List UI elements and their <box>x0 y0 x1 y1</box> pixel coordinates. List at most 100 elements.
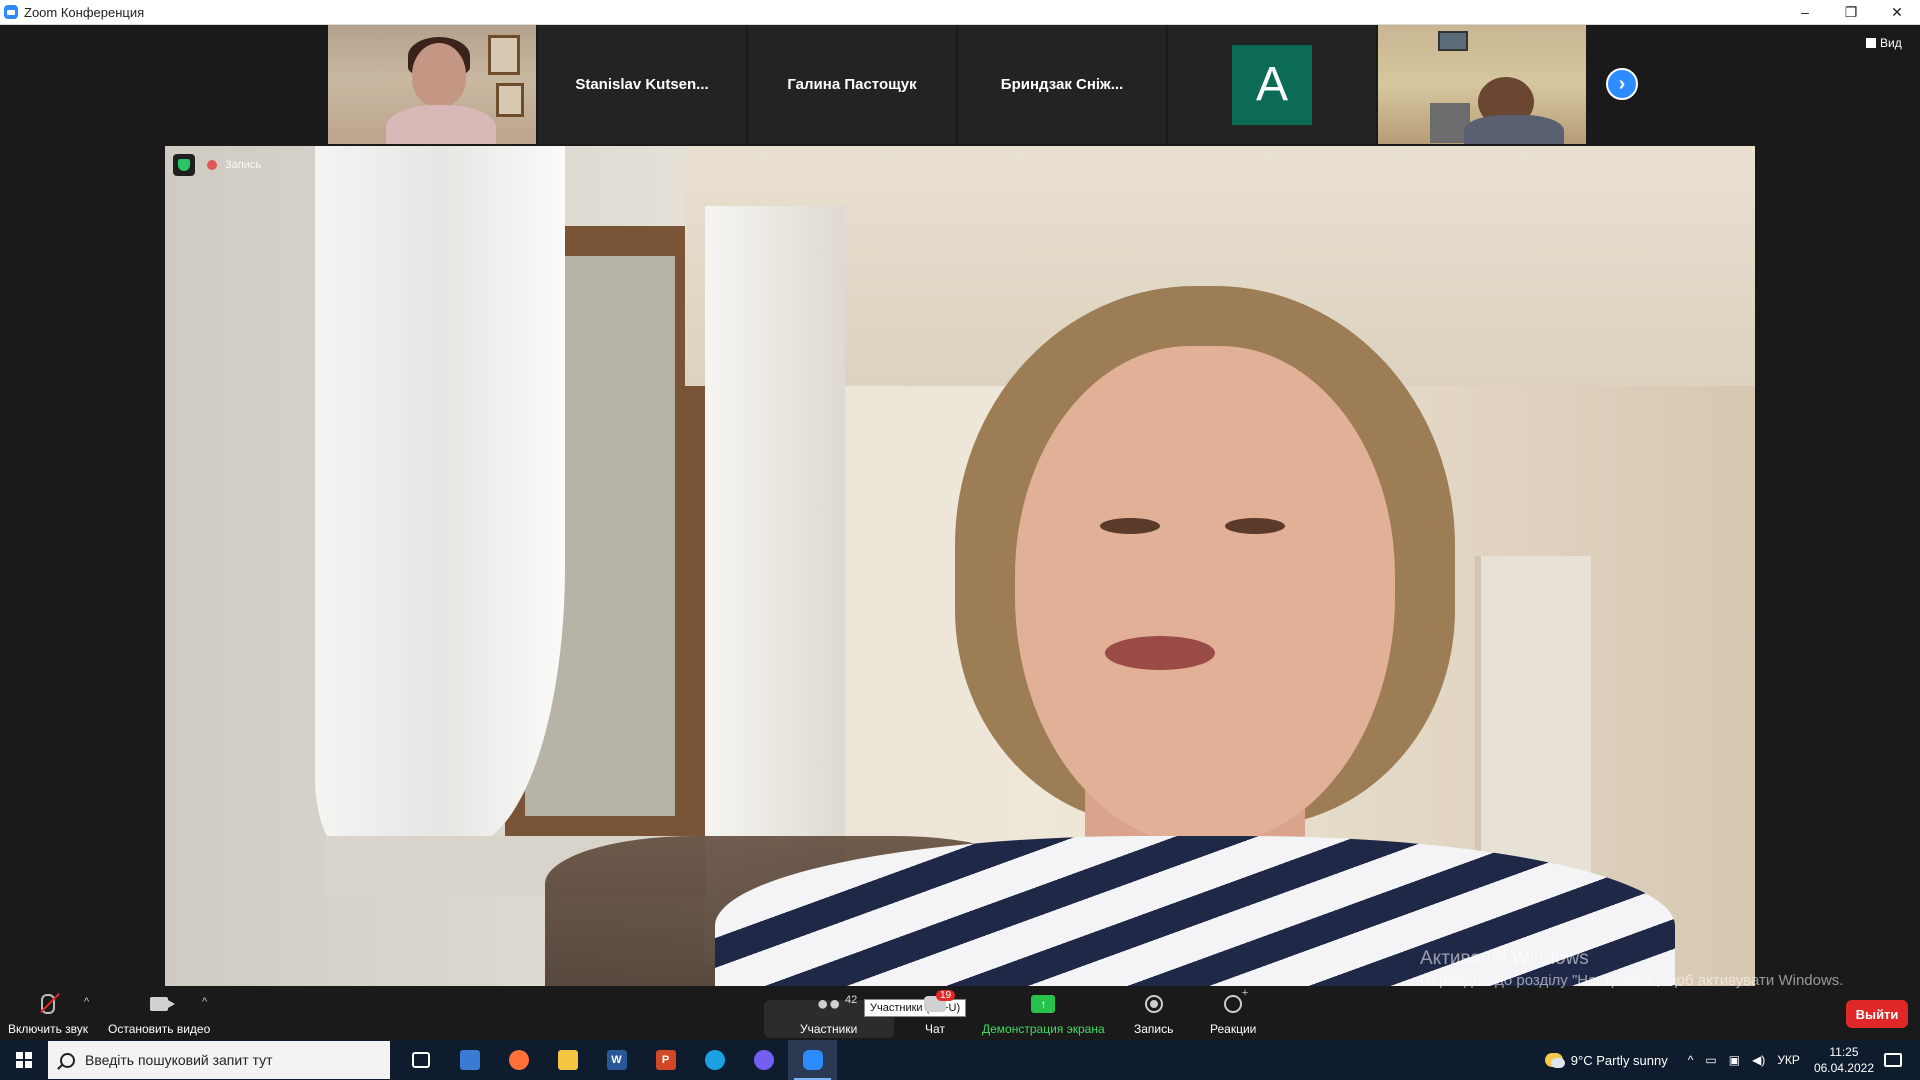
chat-icon-wrap: 19 <box>922 990 956 1016</box>
clock-date: 06.04.2022 <box>1813 1061 1874 1075</box>
taskbar-firefox[interactable] <box>494 1040 543 1080</box>
taskbar-edge[interactable] <box>690 1040 739 1080</box>
record-label: Запись <box>1134 1022 1174 1036</box>
edge-icon <box>704 1050 725 1070</box>
store-icon <box>459 1050 480 1070</box>
taskbar-file-explorer[interactable] <box>543 1040 592 1080</box>
search-icon <box>60 1052 75 1068</box>
recording-label: Запись <box>225 159 262 171</box>
weather-cloud-sun-icon[interactable] <box>1544 1053 1565 1068</box>
unmute-button[interactable]: Включить звук <box>8 988 88 1036</box>
unmute-label: Включить звук <box>8 1022 89 1036</box>
participants-count: 42 <box>845 994 858 1006</box>
task-view-button[interactable] <box>396 1040 445 1080</box>
share-screen-button[interactable]: ↑ Демонстрация экрана <box>982 988 1105 1036</box>
share-screen-label: Демонстрация экрана <box>982 1022 1105 1036</box>
windows-taskbar: Введіть пошуковий запит тут W P 9°C Part… <box>0 1040 1920 1080</box>
reactions-button[interactable]: Реакции <box>1210 987 1257 1036</box>
view-grid-icon <box>1866 38 1876 48</box>
speaker-mouth <box>1105 636 1215 670</box>
speaker-eye <box>1100 518 1160 534</box>
windows-activation-title: Активація Windows <box>1420 948 1589 969</box>
mic-slash <box>40 993 60 1013</box>
weather-text[interactable]: 9°C Partly sunny <box>1571 1053 1668 1068</box>
record-icon-wrap <box>1141 992 1167 1016</box>
participant-name: Галина Пастощук <box>787 76 917 93</box>
wall-frame <box>496 83 524 117</box>
view-label: Вид <box>1880 36 1902 50</box>
leave-meeting-button[interactable]: Выйти <box>1846 1000 1908 1028</box>
close-button[interactable]: ✕ <box>1874 0 1920 24</box>
participants-tooltip: Участники (Alt+U) <box>864 999 967 1017</box>
taskbar-clock[interactable]: 11:25 06.04.2022 <box>1814 1044 1874 1076</box>
video-options-chevron-icon[interactable]: ^ <box>202 996 207 1008</box>
speaker-eye <box>1225 518 1285 534</box>
volume-icon[interactable]: ◀) <box>1752 1053 1765 1067</box>
record-icon <box>1144 995 1163 1013</box>
camera-tray-icon[interactable]: ▭ <box>1705 1053 1716 1067</box>
zoom-icon <box>802 1050 823 1070</box>
next-page-button[interactable]: › <box>1606 68 1638 100</box>
participant-tile[interactable]: Бриндзак Сніж... <box>958 25 1166 144</box>
participant-tile-video[interactable] <box>328 25 536 144</box>
language-indicator[interactable]: УКР <box>1777 1053 1800 1067</box>
restore-button[interactable]: ❐ <box>1828 0 1874 24</box>
stop-video-label: Остановить видео <box>108 1022 211 1036</box>
share-icon-wrap: ↑ <box>1030 992 1056 1016</box>
participant-name: Бриндзак Сніж... <box>1000 76 1124 93</box>
security-shield-icon[interactable] <box>173 154 195 176</box>
camera-icon <box>150 997 176 1011</box>
windows-activation-subtitle: Перейдіть до розділу "Настройки", щоб ак… <box>1420 972 1844 989</box>
audio-options-chevron-icon[interactable]: ^ <box>84 996 89 1008</box>
taskbar-zoom[interactable] <box>788 1040 837 1080</box>
viber-icon <box>753 1050 774 1070</box>
view-button[interactable]: Вид <box>1866 34 1902 52</box>
reactions-smiley-icon <box>1224 987 1248 1013</box>
clock-time: 11:25 <box>1829 1045 1859 1059</box>
recording-dot-icon <box>207 160 217 170</box>
stop-video-button[interactable]: Остановить видео <box>108 988 210 1036</box>
participant-tile[interactable]: Галина Пастощук <box>748 25 956 144</box>
windows-logo-icon <box>16 1052 32 1068</box>
participant-face <box>412 43 466 107</box>
start-button[interactable] <box>0 1040 48 1080</box>
active-speaker-video[interactable]: Запись <box>165 146 1755 986</box>
window-title: Zoom Конференция <box>24 4 145 20</box>
record-button[interactable]: Запись <box>1134 988 1173 1036</box>
participants-icon: ●● <box>816 992 841 1015</box>
taskbar-store[interactable] <box>445 1040 494 1080</box>
participant-tile[interactable]: A <box>1168 25 1376 144</box>
chat-button[interactable]: 19 Чат <box>922 988 956 1036</box>
minimize-button[interactable]: – <box>1782 0 1828 24</box>
chat-icon: 19 <box>924 990 956 1012</box>
taskbar-word[interactable]: W <box>592 1040 641 1080</box>
share-screen-icon: ↑ <box>1031 995 1056 1013</box>
firefox-icon <box>508 1050 529 1070</box>
taskbar-powerpoint[interactable]: P <box>641 1040 690 1080</box>
search-placeholder: Введіть пошуковий запит тут <box>85 1052 273 1068</box>
participant-tile[interactable]: Stanislav Kutsen... <box>538 25 746 144</box>
reactions-icon-wrap <box>1220 987 1248 1016</box>
chat-label: Чат <box>925 1022 945 1036</box>
people-icon-wrap: ●● <box>816 992 842 1016</box>
camera-icon-wrap <box>146 992 176 1016</box>
background-curtain <box>315 146 565 846</box>
wall-picture <box>1438 31 1468 51</box>
wall-frame <box>488 35 520 75</box>
mic-muted-icon <box>40 993 60 1014</box>
notification-icon[interactable] <box>1884 1053 1902 1067</box>
task-view-icon <box>411 1052 430 1068</box>
network-icon[interactable]: ▣ <box>1729 1053 1740 1067</box>
participant-name: Stanislav Kutsen... <box>575 76 709 93</box>
folder-icon <box>557 1050 578 1070</box>
window-titlebar: Zoom Конференция – ❐ ✕ <box>0 0 1920 25</box>
taskbar-search-box[interactable]: Введіть пошуковий запит тут <box>48 1041 390 1079</box>
participant-body <box>1464 115 1564 144</box>
reactions-label: Реакции <box>1210 1022 1257 1036</box>
gallery-strip: Stanislav Kutsen... Галина Пастощук Брин… <box>328 25 1586 144</box>
zoom-app-icon <box>4 5 18 19</box>
mic-icon-wrap <box>35 992 61 1016</box>
taskbar-viber[interactable] <box>739 1040 788 1080</box>
tray-chevron-up-icon[interactable]: ^ <box>1688 1053 1694 1067</box>
participant-tile-video[interactable] <box>1378 25 1586 144</box>
